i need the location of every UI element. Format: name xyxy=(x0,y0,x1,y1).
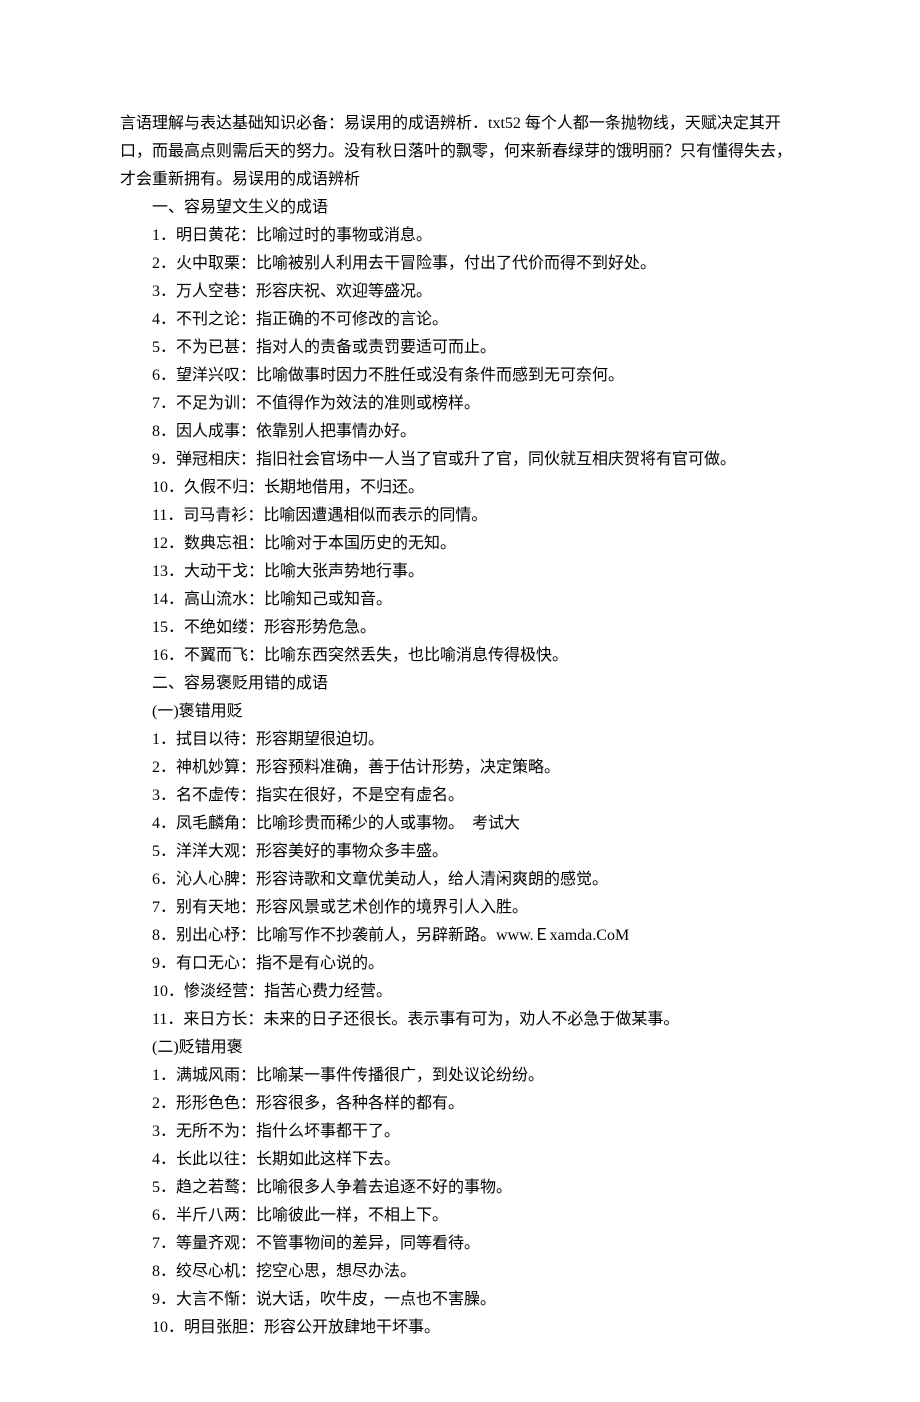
list-item: 12．数典忘祖：比喻对于本国历史的无知。 xyxy=(120,530,800,558)
list-item: 8．因人成事：依靠别人把事情办好。 xyxy=(120,418,800,446)
list-item: 15．不绝如缕：形容形势危急。 xyxy=(120,614,800,642)
list-item: 6．沁人心脾：形容诗歌和文章优美动人，给人清闲爽朗的感觉。 xyxy=(120,866,800,894)
list-item: 3．万人空巷：形容庆祝、欢迎等盛况。 xyxy=(120,278,800,306)
list-item: 11．司马青衫：比喻因遭遇相似而表示的同情。 xyxy=(120,502,800,530)
list-item: 4．长此以往：长期如此这样下去。 xyxy=(120,1146,800,1174)
list-item: 5．不为已甚：指对人的责备或责罚要适可而止。 xyxy=(120,334,800,362)
list-item: 6．半斤八两：比喻彼此一样，不相上下。 xyxy=(120,1202,800,1230)
list-item: 5．洋洋大观：形容美好的事物众多丰盛。 xyxy=(120,838,800,866)
list-item: 5．趋之若鹜：比喻很多人争着去追逐不好的事物。 xyxy=(120,1174,800,1202)
section2-sub2-heading: (二)贬错用褒 xyxy=(120,1034,800,1062)
list-item: 10．久假不归：长期地借用，不归还。 xyxy=(120,474,800,502)
list-item: 9．弹冠相庆：指旧社会官场中一人当了官或升了官，同伙就互相庆贺将有官可做。 xyxy=(120,446,800,474)
list-item: 10．明目张胆：形容公开放肆地干坏事。 xyxy=(120,1314,800,1342)
list-item: 9．有口无心：指不是有心说的。 xyxy=(120,950,800,978)
list-item: 13．大动干戈：比喻大张声势地行事。 xyxy=(120,558,800,586)
intro-paragraph: 言语理解与表达基础知识必备：易误用的成语辨析．txt52 每个人都一条抛物线，天… xyxy=(120,110,800,194)
section2-sub2-list: 1．满城风雨：比喻某一事件传播很广，到处议论纷纷。2．形形色色：形容很多，各种各… xyxy=(120,1062,800,1342)
list-item: 4．不刊之论：指正确的不可修改的言论。 xyxy=(120,306,800,334)
list-item: 3．无所不为：指什么坏事都干了。 xyxy=(120,1118,800,1146)
section1-heading: 一、容易望文生义的成语 xyxy=(120,194,800,222)
list-item: 1．满城风雨：比喻某一事件传播很广，到处议论纷纷。 xyxy=(120,1062,800,1090)
list-item: 2．形形色色：形容很多，各种各样的都有。 xyxy=(120,1090,800,1118)
list-item: 16．不翼而飞：比喻东西突然丢失，也比喻消息传得极快。 xyxy=(120,642,800,670)
list-item: 7．等量齐观：不管事物间的差异，同等看待。 xyxy=(120,1230,800,1258)
list-item: 7．不足为训：不值得作为效法的准则或榜样。 xyxy=(120,390,800,418)
list-item: 1．拭目以待：形容期望很迫切。 xyxy=(120,726,800,754)
list-item: 4．凤毛麟角：比喻珍贵而稀少的人或事物。 考试大 xyxy=(120,810,800,838)
list-item: 1．明日黄花：比喻过时的事物或消息。 xyxy=(120,222,800,250)
list-item: 8．绞尽心机：挖空心思，想尽办法。 xyxy=(120,1258,800,1286)
list-item: 7．别有天地：形容风景或艺术创作的境界引人入胜。 xyxy=(120,894,800,922)
section2-sub1-heading: (一)褒错用贬 xyxy=(120,698,800,726)
section1-list: 1．明日黄花：比喻过时的事物或消息。2．火中取栗：比喻被别人利用去干冒险事，付出… xyxy=(120,222,800,670)
list-item: 2．火中取栗：比喻被别人利用去干冒险事，付出了代价而得不到好处。 xyxy=(120,250,800,278)
list-item: 8．别出心杼：比喻写作不抄袭前人，另辟新路。www.Ｅxamda.CoM xyxy=(120,922,800,950)
list-item: 3．名不虚传：指实在很好，不是空有虚名。 xyxy=(120,782,800,810)
list-item: 2．神机妙算：形容预料准确，善于估计形势，决定策略。 xyxy=(120,754,800,782)
list-item: 9．大言不惭：说大话，吹牛皮，一点也不害臊。 xyxy=(120,1286,800,1314)
list-item: 6．望洋兴叹：比喻做事时因力不胜任或没有条件而感到无可奈何。 xyxy=(120,362,800,390)
list-item: 10．惨淡经营：指苦心费力经营。 xyxy=(120,978,800,1006)
document-page: 言语理解与表达基础知识必备：易误用的成语辨析．txt52 每个人都一条抛物线，天… xyxy=(0,0,920,1402)
list-item: 11．来日方长：未来的日子还很长。表示事有可为，劝人不必急于做某事。 xyxy=(120,1006,800,1034)
section2-sub1-list: 1．拭目以待：形容期望很迫切。2．神机妙算：形容预料准确，善于估计形势，决定策略… xyxy=(120,726,800,1034)
section2-heading: 二、容易褒贬用错的成语 xyxy=(120,670,800,698)
list-item: 14．高山流水：比喻知己或知音。 xyxy=(120,586,800,614)
